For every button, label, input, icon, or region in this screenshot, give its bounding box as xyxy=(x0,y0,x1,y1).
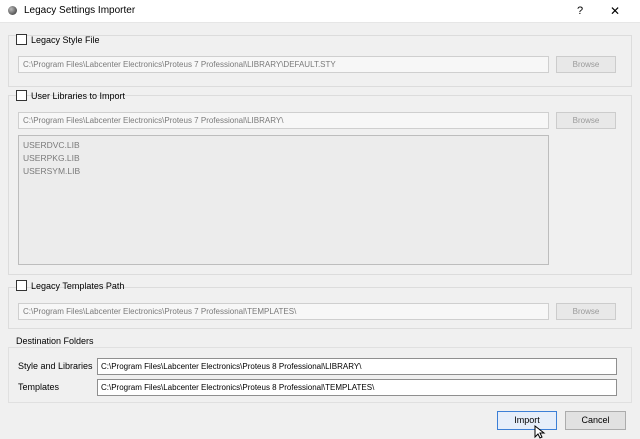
legacy-style-label: Legacy Style File xyxy=(31,34,100,45)
legacy-templates-browse-button[interactable]: Browse xyxy=(556,303,616,320)
window-title: Legacy Settings Importer xyxy=(24,5,136,16)
user-libraries-list[interactable]: USERDVC.LIB USERPKG.LIB USERSYM.LIB xyxy=(18,135,549,265)
legacy-style-path-field[interactable]: C:\Program Files\Labcenter Electronics\P… xyxy=(18,56,549,73)
user-libraries-label: User Libraries to Import xyxy=(31,90,126,101)
style-libraries-label: Style and Libraries xyxy=(18,361,93,371)
style-libraries-field[interactable]: C:\Program Files\Labcenter Electronics\P… xyxy=(97,358,617,375)
list-item[interactable]: USERPKG.LIB xyxy=(23,152,544,165)
mouse-cursor-icon xyxy=(534,425,546,439)
list-item[interactable]: USERDVC.LIB xyxy=(23,139,544,152)
dialog-body: Legacy Style File C:\Program Files\Labce… xyxy=(0,22,640,439)
legacy-templates-checkbox[interactable] xyxy=(16,280,27,291)
destination-heading: Destination Folders xyxy=(16,336,94,346)
cancel-button[interactable]: Cancel xyxy=(565,411,626,430)
app-icon xyxy=(8,6,17,15)
legacy-templates-checkbox-row[interactable]: Legacy Templates Path xyxy=(16,280,124,291)
list-item[interactable]: USERSYM.LIB xyxy=(23,165,544,178)
legacy-templates-label: Legacy Templates Path xyxy=(31,280,125,291)
legacy-templates-path-field[interactable]: C:\Program Files\Labcenter Electronics\P… xyxy=(18,303,549,320)
templates-label: Templates xyxy=(18,382,60,392)
help-button[interactable]: ? xyxy=(573,3,587,19)
templates-field[interactable]: C:\Program Files\Labcenter Electronics\P… xyxy=(97,379,617,396)
legacy-style-checkbox-row[interactable]: Legacy Style File xyxy=(16,34,100,45)
user-libraries-browse-button[interactable]: Browse xyxy=(556,112,616,129)
legacy-style-browse-button[interactable]: Browse xyxy=(556,56,616,73)
user-libraries-checkbox[interactable] xyxy=(16,90,27,101)
legacy-style-checkbox[interactable] xyxy=(16,34,27,45)
user-libraries-path-field[interactable]: C:\Program Files\Labcenter Electronics\P… xyxy=(18,112,549,129)
import-button[interactable]: Import xyxy=(497,411,557,430)
close-button[interactable]: ✕ xyxy=(608,3,622,19)
user-libraries-checkbox-row[interactable]: User Libraries to Import xyxy=(16,90,125,101)
title-bar: Legacy Settings Importer ? ✕ xyxy=(0,0,640,22)
